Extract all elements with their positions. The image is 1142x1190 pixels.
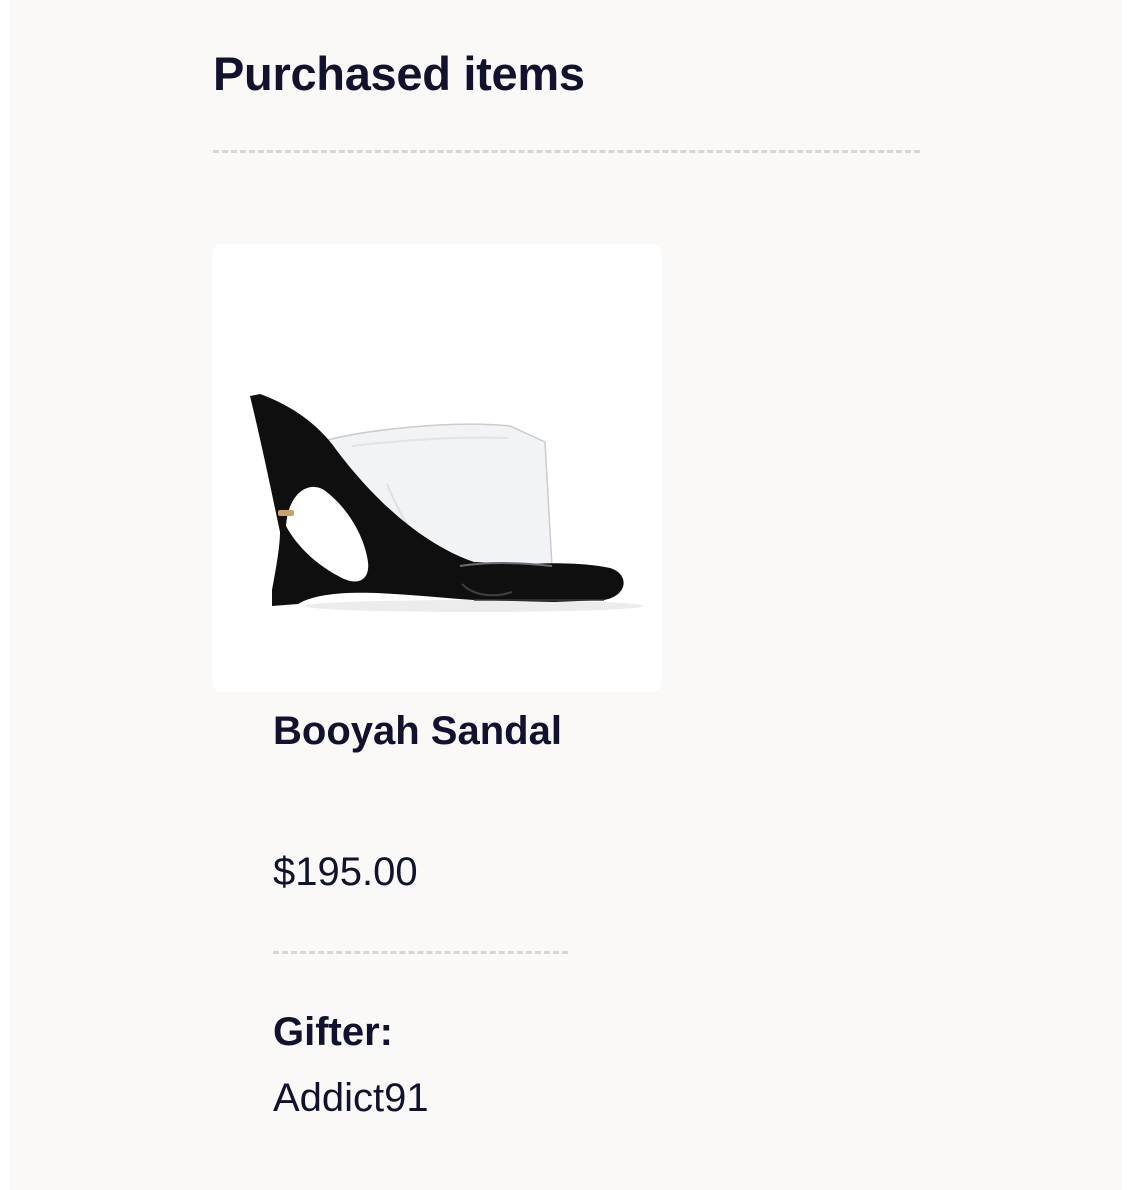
item-price: $195.00 xyxy=(273,850,418,894)
purchased-items-page: Purchased items Booyah Sandal $195.00 Gi… xyxy=(10,0,1122,1190)
gifter-name: Addict91 xyxy=(273,1076,429,1120)
item-image-card[interactable] xyxy=(212,244,662,692)
sandal-image-icon xyxy=(250,394,644,612)
item-name[interactable]: Booyah Sandal xyxy=(273,700,573,763)
section-divider xyxy=(213,150,920,153)
item-divider xyxy=(273,951,568,954)
purchased-items-heading: Purchased items xyxy=(213,47,585,100)
gifter-label: Gifter: xyxy=(273,1010,393,1054)
